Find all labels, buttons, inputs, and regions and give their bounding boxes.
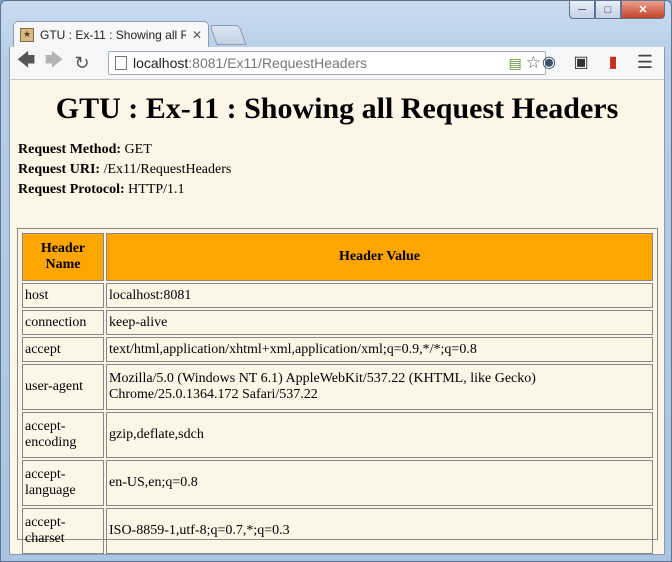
bookmark-extension-icon[interactable]: ▮ [602,51,624,73]
extension-icons: ◉ ▣ ▮ ☰ [538,51,656,73]
method-label: Request Method: [18,142,122,157]
page-icon [115,56,127,70]
tomcat-favicon-icon: ★ [20,27,34,42]
url-host: localhost [133,55,189,71]
header-value-cell: keep-alive [106,310,653,335]
header-value-column: Header Value [106,233,653,281]
header-value-cell: en-US,en;q=0.8 [106,460,653,506]
page-title: GTU : Ex-11 : Showing all Request Header… [55,92,619,125]
table-row: host localhost:8081 [22,283,653,308]
header-value-cell: localhost:8081 [106,283,653,308]
header-value-cell: gzip,deflate,sdch [106,412,653,458]
headers-table-wrapper: Header Name Header Value host localhost:… [17,228,658,554]
header-name-cell: accept-language [22,460,104,506]
uri-label: Request URI: [18,162,101,177]
camera-extension-icon[interactable]: ◉ [538,51,560,73]
table-row: accept-language en-US,en;q=0.8 [22,460,653,506]
protocol-label: Request Protocol: [18,182,125,197]
maximize-button[interactable]: □ [595,1,621,19]
header-name-cell: accept-encoding [22,412,104,458]
menu-icon[interactable]: ☰ [634,51,656,73]
new-tab-button[interactable] [209,25,247,45]
reload-icon[interactable]: ↻ [70,51,94,75]
method-value: GET [124,142,152,157]
tab-close-icon[interactable]: ✕ [192,28,202,42]
table-row: connection keep-alive [22,310,653,335]
page-action-icon[interactable]: ▤ [509,55,522,72]
tab-strip: ★ GTU : Ex-11 : Showing all R ✕ [13,21,313,47]
back-arrow-icon[interactable]: 🡄 [14,50,38,75]
request-info: Request Method: GET Request URI: /Ex11/R… [18,140,664,200]
browser-toolbar: 🡄 🡆 ↻ localhost:8081/Ex11/RequestHeaders… [9,47,665,79]
close-window-button[interactable]: ✕ [621,1,665,19]
tab-title: GTU : Ex-11 : Showing all R [40,27,186,42]
protocol-value: HTTP/1.1 [128,182,185,197]
address-bar[interactable]: localhost:8081/Ex11/RequestHeaders ▤ ☆ [108,51,546,75]
browser-window: ─ □ ✕ ★ GTU : Ex-11 : Showing all R ✕ 🡄 … [0,0,672,562]
uri-value: /Ex11/RequestHeaders [103,162,232,177]
header-value-cell: Mozilla/5.0 (Windows NT 6.1) AppleWebKit… [106,364,653,410]
save-extension-icon[interactable]: ▣ [570,51,592,73]
header-value-cell: ISO-8859-1,utf-8;q=0.7,*;q=0.3 [106,508,653,554]
headers-table: Header Name Header Value host localhost:… [20,231,655,554]
header-name-cell: accept-charset [22,508,104,554]
page-content: GTU : Ex-11 : Showing all Request Header… [9,79,665,555]
table-row: user-agent Mozilla/5.0 (Windows NT 6.1) … [22,364,653,410]
url-path: :8081/Ex11/RequestHeaders [188,55,368,71]
browser-tab[interactable]: ★ GTU : Ex-11 : Showing all R ✕ [13,21,209,47]
table-row: accept-encoding gzip,deflate,sdch [22,412,653,458]
table-row: accept-charset ISO-8859-1,utf-8;q=0.7,*;… [22,508,653,554]
header-name-cell: accept [22,337,104,362]
header-name-cell: user-agent [22,364,104,410]
header-name-cell: host [22,283,104,308]
window-controls: ─ □ ✕ [569,1,665,19]
header-name-column: Header Name [22,233,104,281]
minimize-button[interactable]: ─ [569,1,595,19]
table-header-row: Header Name Header Value [22,233,653,281]
header-value-cell: text/html,application/xhtml+xml,applicat… [106,337,653,362]
table-row: accept text/html,application/xhtml+xml,a… [22,337,653,362]
header-name-cell: connection [22,310,104,335]
forward-arrow-icon[interactable]: 🡆 [42,50,66,75]
